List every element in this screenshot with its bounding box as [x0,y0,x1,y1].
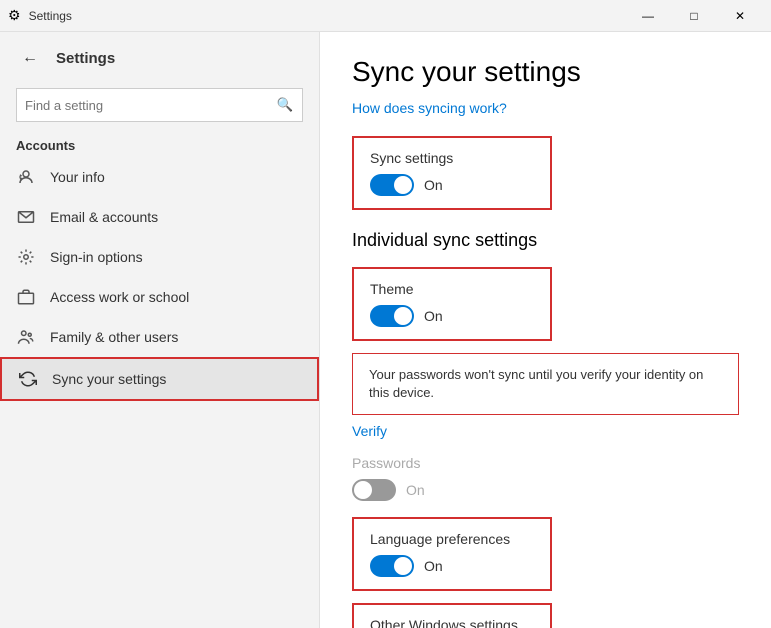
sidebar-title: Settings [56,50,115,67]
language-row: On [370,555,534,577]
warning-box: Your passwords won't sync until you veri… [352,353,739,415]
how-syncing-works-link[interactable]: How does syncing work? [352,100,739,116]
sign-in-icon [16,247,36,267]
passwords-row: On [352,479,739,501]
sync-settings-label: Sync settings [370,150,534,166]
theme-row: On [370,305,534,327]
content-area: Sync your settings How does syncing work… [320,32,771,628]
sync-settings-box: Sync settings On [352,136,552,210]
passwords-state: On [406,482,425,498]
theme-toggle[interactable] [370,305,414,327]
close-button[interactable]: ✕ [717,0,763,32]
verify-link[interactable]: Verify [352,423,739,439]
sidebar-item-work-school[interactable]: Access work or school [0,277,319,317]
sidebar-label-work: Access work or school [50,289,189,305]
your-info-icon [16,167,36,187]
sidebar-item-sign-in[interactable]: Sign-in options [0,237,319,277]
passwords-item: Passwords On [352,455,739,501]
sidebar-item-family[interactable]: Family & other users [0,317,319,357]
page-title: Sync your settings [352,56,739,88]
language-toggle[interactable] [370,555,414,577]
search-input[interactable] [17,98,268,113]
section-label: Accounts [0,130,319,157]
sync-settings-state: On [424,177,443,193]
sidebar-label-sign-in: Sign-in options [50,249,143,265]
theme-state: On [424,308,443,324]
work-icon [16,287,36,307]
theme-label: Theme [370,281,534,297]
sync-settings-row: On [370,174,534,196]
sync-icon [18,369,38,389]
search-icon-button[interactable]: 🔍 [268,88,302,122]
title-bar: ⚙ Settings — □ ✕ [0,0,771,32]
sidebar-header: ← Settings [0,32,319,84]
sidebar-item-your-info[interactable]: Your info [0,157,319,197]
family-icon [16,327,36,347]
sidebar-label-email: Email & accounts [50,209,158,225]
email-icon [16,207,36,227]
passwords-label: Passwords [352,455,739,471]
sidebar-label-sync: Sync your settings [52,371,166,387]
passwords-toggle[interactable] [352,479,396,501]
title-bar-left: ⚙ Settings [8,7,72,24]
other-windows-box: Other Windows settings On [352,603,552,628]
theme-box: Theme On [352,267,552,341]
search-icon: 🔍 [277,97,294,113]
title-bar-controls: — □ ✕ [625,0,763,32]
sidebar-item-email-accounts[interactable]: Email & accounts [0,197,319,237]
back-button[interactable]: ← [16,44,44,72]
language-label: Language preferences [370,531,534,547]
language-state: On [424,558,443,574]
sidebar-label-your-info: Your info [50,169,105,185]
title-bar-title: Settings [29,9,72,23]
sync-settings-toggle[interactable] [370,174,414,196]
sidebar: ← Settings 🔍 Accounts Your info [0,32,320,628]
sidebar-label-family: Family & other users [50,329,178,345]
search-box: 🔍 [16,88,303,122]
minimize-button[interactable]: — [625,0,671,32]
individual-sync-title: Individual sync settings [352,230,739,251]
sidebar-item-sync[interactable]: Sync your settings [0,357,319,401]
app-layout: ← Settings 🔍 Accounts Your info [0,32,771,628]
app-icon: ⚙ [8,7,21,24]
other-windows-label: Other Windows settings [370,617,534,628]
maximize-button[interactable]: □ [671,0,717,32]
warning-text: Your passwords won't sync until you veri… [369,367,703,400]
language-box: Language preferences On [352,517,552,591]
